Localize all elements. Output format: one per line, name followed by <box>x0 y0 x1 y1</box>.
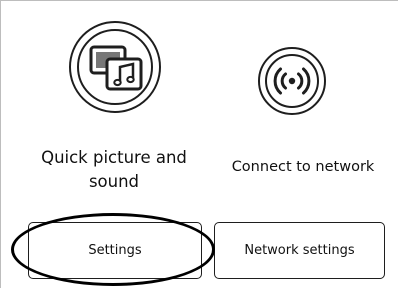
settings-button[interactable]: Settings <box>28 222 202 279</box>
connect-network-title: Connect to network <box>231 159 375 175</box>
picture-music-glyph <box>89 45 143 91</box>
wireless-signal-icon[interactable] <box>258 47 326 115</box>
quick-picture-title: Quick picture and sound <box>41 148 187 191</box>
settings-panel: Quick picture and sound Connect to netwo… <box>0 0 398 288</box>
signal-waves-glyph <box>273 67 311 95</box>
picture-sound-icon[interactable] <box>69 21 161 113</box>
network-settings-button[interactable]: Network settings <box>214 222 385 279</box>
